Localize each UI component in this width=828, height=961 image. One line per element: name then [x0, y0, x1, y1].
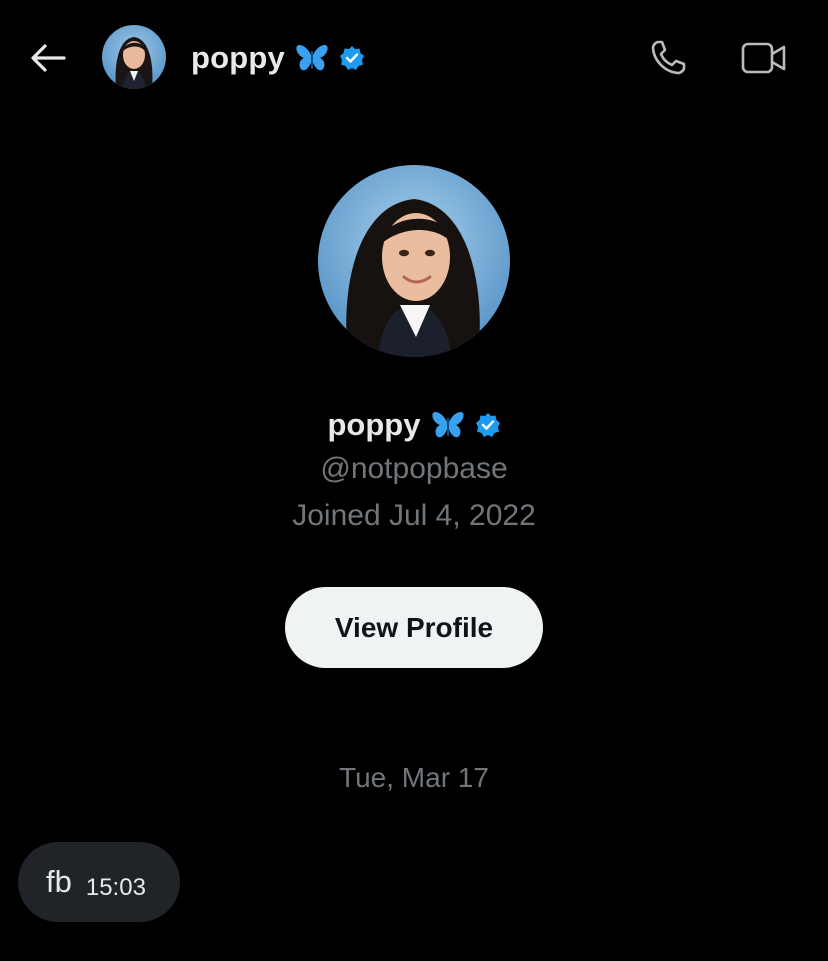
butterfly-icon	[431, 410, 465, 440]
header-avatar[interactable]	[102, 25, 166, 89]
back-button[interactable]	[26, 36, 70, 80]
message-bubble[interactable]: fb 15:03	[18, 842, 180, 922]
call-button[interactable]	[646, 36, 690, 80]
profile-display-name: poppy	[327, 407, 421, 442]
view-profile-button[interactable]: View Profile	[285, 587, 543, 668]
profile-joined-date: Joined Jul 4, 2022	[292, 499, 536, 532]
butterfly-icon	[295, 43, 329, 73]
message-timestamp: 15:03	[85, 874, 146, 901]
arrow-left-icon	[31, 44, 66, 72]
verified-badge-icon	[339, 45, 365, 71]
phone-icon	[651, 40, 686, 75]
dm-conversation-screen: poppy poppy @notpopbase Joined Jul 4, 20…	[0, 0, 828, 961]
video-call-button[interactable]	[740, 36, 788, 80]
profile-avatar[interactable]	[318, 165, 510, 357]
video-camera-icon	[741, 42, 786, 74]
avatar-image	[318, 165, 510, 357]
header-title[interactable]: poppy	[191, 36, 365, 80]
conversation-header: poppy	[0, 0, 828, 116]
profile-handle: @notpopbase	[320, 452, 508, 485]
message-text: fb	[46, 864, 72, 899]
verified-badge-icon	[475, 412, 501, 438]
avatar-image	[102, 25, 166, 89]
date-separator: Tue, Mar 17	[339, 762, 489, 793]
header-display-name: poppy	[191, 40, 285, 75]
profile-name-row: poppy	[0, 402, 828, 448]
